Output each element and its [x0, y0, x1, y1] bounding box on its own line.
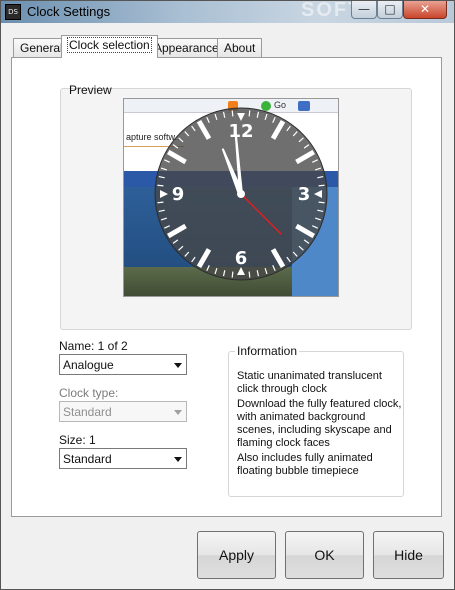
ok-button[interactable]: OK [285, 531, 364, 579]
numeral-3: 3 [298, 184, 311, 205]
size-dropdown[interactable]: Standard [59, 448, 187, 469]
chevron-down-icon [174, 457, 182, 462]
chevron-down-icon [174, 410, 182, 415]
tab-clock-selection[interactable]: Clock selection [61, 35, 158, 58]
clock-selection-panel: Preview Go apture softw... 12 3 6 9 Name… [11, 57, 442, 517]
clock-hub [237, 190, 245, 198]
hide-button[interactable]: Hide [373, 531, 444, 579]
minute-tick [248, 110, 251, 117]
minute-tick [231, 110, 234, 117]
minimize-button[interactable]: — [351, 1, 377, 19]
information-legend: Information [235, 344, 300, 358]
title-bar[interactable]: DS Clock Settings SOFTP — □ ✕ [1, 0, 454, 23]
preview-legend: Preview [69, 83, 112, 97]
information-group: Information Static unanimated translucen… [228, 344, 404, 497]
info-line: Also includes fully animated floating bu… [237, 452, 373, 477]
close-button[interactable]: ✕ [403, 1, 447, 19]
minute-tick [157, 184, 164, 187]
tab-about[interactable]: About [217, 38, 263, 57]
size-dropdown-value: Standard [63, 452, 112, 466]
name-dropdown-value: Analogue [63, 358, 114, 372]
info-line: Download the fully featured clock, with … [237, 398, 402, 449]
minute-tick [231, 271, 234, 278]
info-line: Static unanimated translucent click thro… [237, 370, 382, 395]
numeral-6: 6 [235, 248, 248, 269]
tab-appearance[interactable]: Appearance [147, 38, 226, 57]
information-text: Static unanimated translucent click thro… [237, 370, 403, 480]
tab-general-label: General [20, 41, 63, 55]
size-label: Size: 1 [59, 433, 96, 447]
name-label: Name: 1 of 2 [59, 339, 128, 353]
app-icon: DS [5, 4, 21, 20]
clock-settings-window: DS Clock Settings SOFTP — □ ✕ General Cl… [0, 0, 455, 590]
chevron-down-icon [174, 363, 182, 368]
minimize-icon: — [358, 2, 370, 16]
dialog-client-area: General Clock selection Appearance About… [9, 25, 448, 583]
maximize-icon: □ [384, 2, 396, 16]
numeral-9: 9 [172, 184, 185, 205]
preview-group: Preview Go apture softw... 12 3 6 9 [60, 83, 412, 330]
minute-tick [318, 201, 325, 204]
close-icon: ✕ [419, 2, 431, 16]
clock-type-label: Clock type: [59, 386, 119, 400]
tab-appearance-label: Appearance [154, 41, 219, 55]
tab-about-label: About [224, 41, 256, 55]
minute-tick [157, 201, 164, 204]
maximize-button[interactable]: □ [377, 1, 403, 19]
clock-type-dropdown-value: Standard [63, 405, 112, 419]
minute-tick [248, 271, 251, 278]
name-dropdown[interactable]: Analogue [59, 354, 187, 375]
window-title: Clock Settings [27, 4, 111, 19]
apply-button[interactable]: Apply [197, 531, 276, 579]
analogue-clock-face: 12 3 6 9 [154, 107, 328, 281]
minute-tick [318, 184, 325, 187]
numeral-12: 12 [228, 121, 253, 142]
tab-clock-selection-label: Clock selection [67, 37, 152, 53]
clock-preview-image: Go apture softw... 12 3 6 9 [123, 98, 339, 297]
clock-type-dropdown: Standard [59, 401, 187, 422]
